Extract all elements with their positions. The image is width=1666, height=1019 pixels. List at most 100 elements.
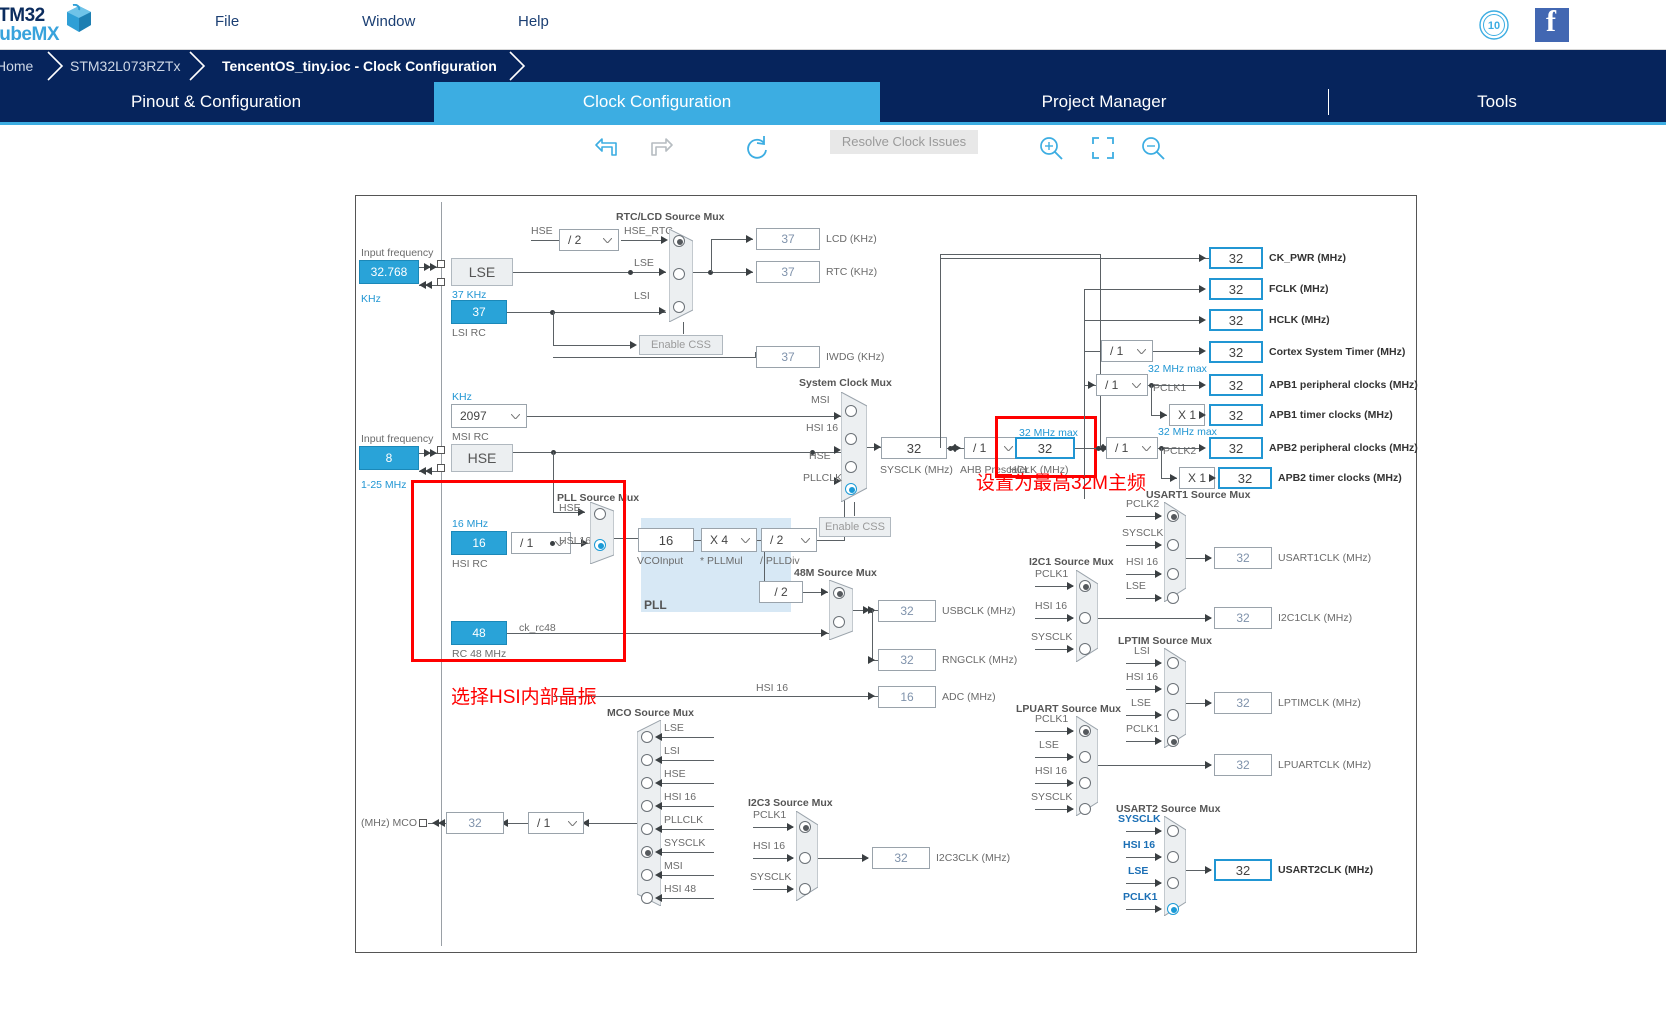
undo-icon[interactable] (592, 131, 626, 165)
mux48-radio-pll48[interactable] (833, 587, 845, 599)
mco-mux-radio-pllclk[interactable] (641, 823, 653, 835)
tab-pinout-configuration[interactable]: Pinout & Configuration (0, 82, 432, 122)
output-apb2-periph-value[interactable]: 32 (1209, 437, 1263, 459)
i2c3-mux-radio-sysclk[interactable] (799, 883, 811, 895)
output-hclk-value[interactable]: 32 (1209, 309, 1263, 331)
breadcrumb-mcu[interactable]: STM32L073RZTx (70, 50, 180, 82)
resolve-clock-issues-button[interactable]: Resolve Clock Issues (830, 130, 978, 154)
lpuart-mux-radio-lse[interactable] (1079, 751, 1091, 763)
iwdg-output-value[interactable]: 37 (756, 346, 820, 368)
hclk-value[interactable]: 32 (1015, 437, 1075, 459)
output-apb1-timer-value[interactable]: 32 (1209, 404, 1263, 426)
output-ck-pwr-value[interactable]: 32 (1209, 247, 1263, 269)
i2c1-mux-radio-pclk1[interactable] (1079, 580, 1091, 592)
lpuart-mux-radio-sysclk[interactable] (1079, 803, 1091, 815)
i2c1clk-output-value[interactable]: 32 (1214, 607, 1272, 629)
rtc-output-value[interactable]: 37 (756, 261, 820, 283)
output-apb1-periph-value[interactable]: 32 (1209, 374, 1263, 396)
lpuart-mux-radio-pclk1[interactable] (1079, 725, 1091, 737)
adc-input-label: HSI 16 (756, 683, 788, 694)
fit-to-screen-icon[interactable] (1086, 131, 1120, 165)
arrow (862, 854, 869, 862)
usart1-mux-radio-pclk2[interactable] (1167, 510, 1179, 522)
usart1-mux-radio-lse[interactable] (1167, 592, 1179, 604)
rtc-mux-radio-lsi[interactable] (673, 301, 685, 313)
usart1-mux-radio-hsi16[interactable] (1167, 568, 1179, 580)
lptimclk-output-value[interactable]: 32 (1214, 692, 1272, 714)
cortex-prescaler-select[interactable]: / 1 (1101, 340, 1153, 362)
output-fclk-value[interactable]: 32 (1209, 278, 1263, 300)
apb2-prescaler-select[interactable]: / 1 (1106, 437, 1158, 459)
lptim-mux-radio-pclk1[interactable] (1167, 735, 1179, 747)
sysclk-mux-radio-msi[interactable] (845, 405, 857, 417)
mco-divider-select[interactable]: / 1 (528, 812, 584, 834)
lcd-output-value[interactable]: 37 (756, 228, 820, 250)
lse-box[interactable]: LSE (451, 258, 513, 286)
tab-tools[interactable]: Tools (1328, 82, 1666, 122)
adc-output-value[interactable]: 16 (878, 686, 936, 708)
rtc-mux-radio-lse[interactable] (673, 268, 685, 280)
menu-file[interactable]: File (215, 13, 239, 30)
menu-help[interactable]: Help (518, 13, 549, 30)
i2c3-mux-radio-pclk1[interactable] (799, 821, 811, 833)
sysclk-mux-radio-pllclk[interactable] (845, 483, 857, 495)
rngclk-output-value[interactable]: 32 (878, 649, 936, 671)
tab-clock-configuration[interactable]: Clock Configuration (434, 82, 880, 122)
clock-tree-diagram[interactable]: Input frequency 32.768 KHz LSE 37 KHz 37… (355, 195, 1417, 953)
lse-input-frequency-value[interactable]: 32.768 (359, 260, 419, 284)
mux48-radio-rc48[interactable] (833, 616, 845, 628)
zoom-in-icon[interactable] (1034, 131, 1068, 165)
i2c1-mux-radio-hsi16[interactable] (1079, 612, 1091, 624)
usart1-mux-radio-sysclk[interactable] (1167, 539, 1179, 551)
redo-icon[interactable] (642, 131, 676, 165)
hse-input-frequency-value[interactable]: 8 (359, 446, 419, 470)
pll-mul-select[interactable]: X 4 (701, 528, 757, 552)
breadcrumb-project[interactable]: TencentOS_tiny.ioc - Clock Configuration (222, 50, 497, 82)
tab-project-manager[interactable]: Project Manager (882, 82, 1326, 122)
i2c3-mux-radio-hsi16[interactable] (799, 852, 811, 864)
usart2clk-output-value[interactable]: 32 (1214, 859, 1272, 881)
apb1-prescaler-select[interactable]: / 1 (1096, 374, 1148, 396)
facebook-icon[interactable]: f (1535, 8, 1569, 42)
zoom-out-icon[interactable] (1136, 131, 1170, 165)
sysclk-mux-radio-hsi16[interactable] (845, 433, 857, 445)
mco-output-value[interactable]: 32 (446, 812, 504, 834)
us art2-mux-radio-pclk1[interactable] (1167, 903, 1179, 915)
output-apb2-timer-value[interactable]: 32 (1218, 467, 1272, 489)
lptim-mux-radio-lsi[interactable] (1167, 657, 1179, 669)
mco-mux-radio-lsi[interactable] (641, 754, 653, 766)
rtc-enable-css-button[interactable]: Enable CSS (639, 335, 723, 355)
usart2-mux-radio-hsi16[interactable] (1167, 851, 1179, 863)
pll-48m-divider-value[interactable]: / 2 (759, 581, 803, 603)
lptim-mux-radio-lse[interactable] (1167, 709, 1179, 721)
sysclk-mux-radio-hse[interactable] (845, 461, 857, 473)
lpuartclk-output-value[interactable]: 32 (1214, 754, 1272, 776)
pll-vco-input-value[interactable]: 16 (638, 528, 694, 552)
mco-mux-radio-hsi16[interactable] (641, 800, 653, 812)
usart2-mux-radio-lse[interactable] (1167, 877, 1179, 889)
i2c3clk-output-value[interactable]: 32 (872, 847, 930, 869)
mco-mux-radio-hse[interactable] (641, 777, 653, 789)
mco-mux-radio-msi[interactable] (641, 869, 653, 881)
usart2-mux-radio-sysclk[interactable] (1167, 825, 1179, 837)
hse-rtc-divider-select[interactable]: / 2 (559, 229, 619, 251)
pll-div-select[interactable]: / 2 (761, 528, 817, 552)
breadcrumb-home[interactable]: Home (0, 50, 33, 82)
lsi-value[interactable]: 37 (451, 300, 507, 324)
sysclk-value[interactable]: 32 (881, 437, 947, 459)
hse-box[interactable]: HSE (451, 444, 513, 472)
mco-mux-radio-hsi48[interactable] (641, 892, 653, 904)
mco-mux-radio-sysclk[interactable] (641, 846, 653, 858)
msi-rc-select[interactable]: 2097 (451, 404, 527, 428)
reset-icon[interactable] (740, 131, 774, 165)
lptim-mux-radio-hsi16[interactable] (1167, 683, 1179, 695)
sysclk-enable-css-button[interactable]: Enable CSS (819, 517, 891, 537)
usart1clk-output-value[interactable]: 32 (1214, 547, 1272, 569)
mco-mux-radio-lse[interactable] (641, 731, 653, 743)
usbclk-output-value[interactable]: 32 (878, 600, 936, 622)
lpuart-mux-radio-hsi16[interactable] (1079, 777, 1091, 789)
rtc-mux-radio-hse-rtc[interactable] (673, 235, 685, 247)
i2c1-mux-radio-sysclk[interactable] (1079, 643, 1091, 655)
output-cortex-timer-value[interactable]: 32 (1209, 341, 1263, 363)
menu-window[interactable]: Window (362, 13, 415, 30)
